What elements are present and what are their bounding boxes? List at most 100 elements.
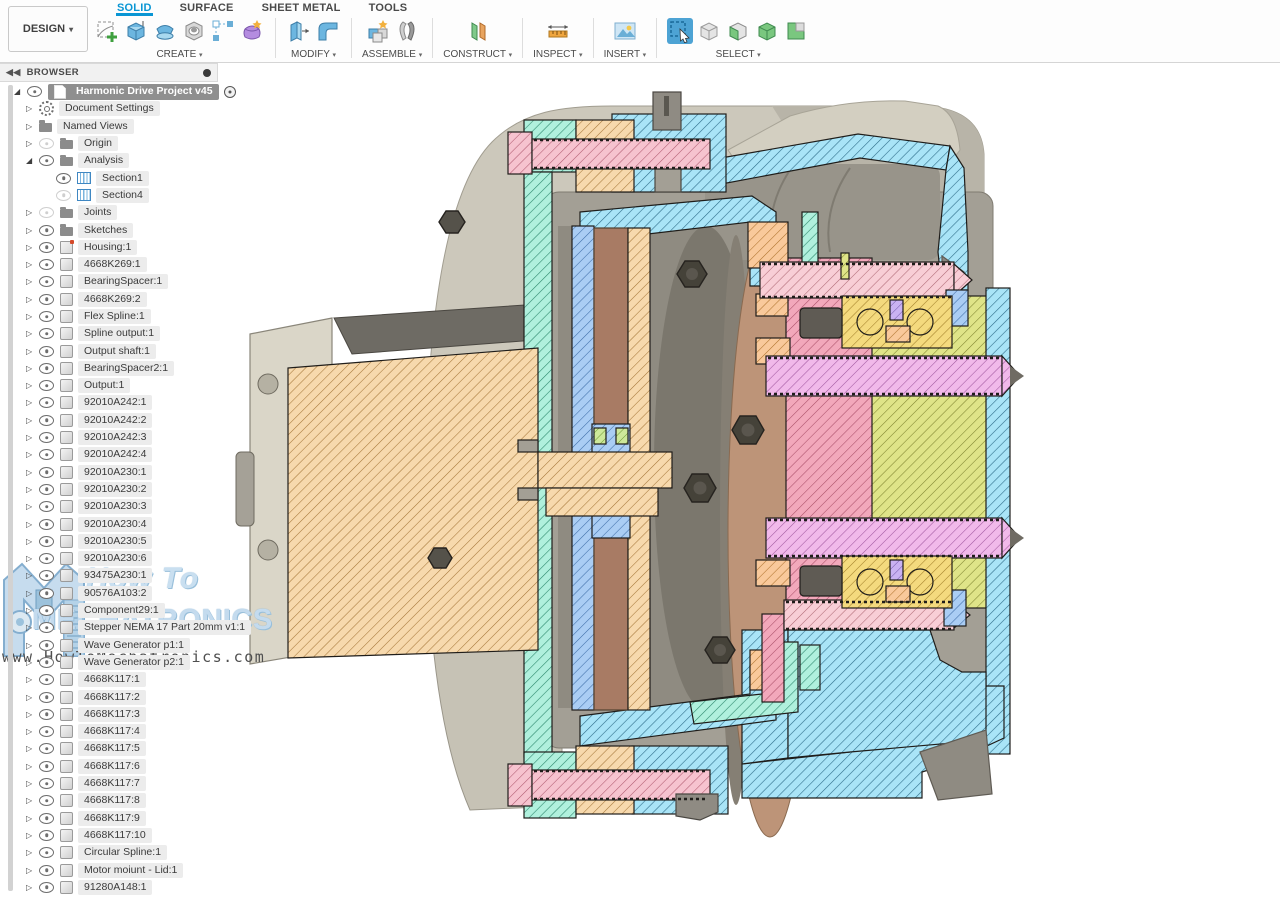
tab-tools[interactable]: TOOLS — [368, 0, 409, 16]
visibility-eye-icon[interactable] — [39, 795, 54, 806]
expand-arrow-icon[interactable]: ▷ — [26, 796, 37, 805]
expand-arrow-icon[interactable]: ▷ — [26, 450, 37, 459]
tree-row[interactable]: ▷92010A242:1 — [0, 394, 218, 411]
visibility-eye-icon[interactable] — [39, 397, 54, 408]
expand-arrow-icon[interactable]: ▷ — [26, 641, 37, 650]
visibility-eye-icon[interactable] — [39, 328, 54, 339]
tree-row[interactable]: ▷4668K117:9 — [0, 809, 218, 826]
ribbon-group-label-construct[interactable]: CONSTRUCT ▾ — [443, 49, 512, 60]
visibility-eye-icon[interactable] — [39, 622, 54, 633]
visibility-eye-icon[interactable] — [39, 259, 54, 270]
visibility-eye-icon[interactable] — [39, 830, 54, 841]
tree-item-label[interactable]: 4668K117:1 — [78, 672, 146, 687]
tree-item-label[interactable]: Wave Generator p2:1 — [78, 655, 190, 670]
tree-row[interactable]: ▷93475A230:1 — [0, 567, 218, 584]
select-cube-face-icon[interactable] — [725, 18, 751, 44]
expand-arrow-icon[interactable]: ▷ — [26, 554, 37, 563]
joint-icon[interactable] — [394, 18, 420, 44]
tree-item-label[interactable]: 4668K269:1 — [78, 257, 147, 272]
visibility-eye-icon[interactable] — [39, 484, 54, 495]
visibility-eye-icon[interactable] — [27, 86, 42, 97]
tree-row[interactable]: ▷Document Settings — [0, 100, 218, 117]
tree-row[interactable]: ▷4668K269:1 — [0, 256, 218, 273]
expand-arrow-icon[interactable]: ▷ — [26, 675, 37, 684]
tree-row[interactable]: ▷Flex Spline:1 — [0, 308, 218, 325]
expand-arrow-icon[interactable]: ▷ — [26, 589, 37, 598]
expand-arrow-icon[interactable]: ▷ — [26, 814, 37, 823]
tree-item-label[interactable]: 91280A148:1 — [78, 880, 152, 895]
tree-row[interactable]: ▷Output:1 — [0, 377, 218, 394]
tree-row[interactable]: ▷4668K117:2 — [0, 688, 218, 705]
tree-row[interactable]: ▷Component29:1 — [0, 602, 218, 619]
revolve-icon[interactable] — [152, 18, 178, 44]
press-pull-icon[interactable] — [286, 18, 312, 44]
visibility-eye-icon[interactable] — [39, 363, 54, 374]
tree-row[interactable]: ▷Housing:1 — [0, 239, 218, 256]
tree-item-label[interactable]: 4668K117:7 — [78, 776, 146, 791]
collapse-arrow-icon[interactable]: ◢ — [14, 87, 25, 96]
tree-item-label[interactable]: 92010A230:5 — [78, 534, 152, 549]
tree-item-label[interactable]: 92010A230:4 — [78, 517, 152, 532]
tree-row[interactable]: ▷92010A230:3 — [0, 498, 218, 515]
tree-item-label[interactable]: 4668K117:8 — [78, 793, 146, 808]
tree-row[interactable]: ▷ 91280A148:1 — [0, 879, 218, 896]
visibility-eye-icon[interactable] — [39, 536, 54, 547]
tree-row[interactable]: ▷92010A230:6 — [0, 550, 218, 567]
visibility-eye-icon[interactable] — [39, 640, 54, 651]
selected-item-pill[interactable]: Harmonic Drive Project v45 — [48, 84, 219, 100]
expand-arrow-icon[interactable]: ▷ — [26, 883, 37, 892]
tree-row[interactable]: ▷4668K117:4 — [0, 723, 218, 740]
visibility-eye-icon[interactable] — [39, 570, 54, 581]
tree-item-label[interactable]: 4668K117:5 — [78, 741, 146, 756]
visibility-eye-icon[interactable] — [39, 692, 54, 703]
visibility-eye-icon[interactable] — [39, 726, 54, 737]
tree-row[interactable]: ▷92010A230:2 — [0, 481, 218, 498]
tree-row[interactable]: ▷Wave Generator p1:1 — [0, 637, 218, 654]
tree-item-label[interactable]: 93475A230:1 — [78, 568, 152, 583]
expand-arrow-icon[interactable]: ▷ — [26, 295, 37, 304]
ribbon-group-label-modify[interactable]: MODIFY ▾ — [291, 49, 336, 60]
tree-row[interactable]: Section1 — [0, 169, 218, 186]
visibility-eye-icon[interactable] — [56, 190, 71, 201]
tab-sheet-metal[interactable]: SHEET METAL — [261, 0, 342, 16]
visibility-eye-icon[interactable] — [39, 709, 54, 720]
expand-arrow-icon[interactable]: ▷ — [26, 329, 37, 338]
visibility-eye-icon[interactable] — [39, 294, 54, 305]
tree-item-label[interactable]: BearingSpacer:1 — [78, 274, 168, 289]
tree-row[interactable]: ▷Motor moiunt - Lid:1 — [0, 861, 218, 878]
tree-row[interactable]: ▷Stepper NEMA 17 Part 20mm v1:1 — [0, 619, 218, 636]
visibility-eye-icon[interactable] — [39, 761, 54, 772]
extrude-icon[interactable] — [123, 18, 149, 44]
tree-item-label[interactable]: 92010A230:3 — [78, 499, 152, 514]
visibility-eye-icon[interactable] — [39, 674, 54, 685]
tree-item-label[interactable]: 4668K269:2 — [78, 292, 147, 307]
visibility-eye-icon[interactable] — [39, 519, 54, 530]
tree-item-label[interactable]: 92010A242:4 — [78, 447, 152, 462]
tree-row[interactable]: ▷ 4668K269:2 — [0, 291, 218, 308]
expand-arrow-icon[interactable]: ▷ — [26, 623, 37, 632]
tree-row[interactable]: ▷Origin — [0, 135, 218, 152]
tree-item-label[interactable]: 92010A242:3 — [78, 430, 152, 445]
expand-arrow-icon[interactable]: ▷ — [26, 710, 37, 719]
measure-icon[interactable] — [545, 18, 571, 44]
tree-item-label[interactable]: Joints — [78, 205, 117, 220]
expand-arrow-icon[interactable]: ▷ — [26, 104, 37, 113]
harmonic-drive-cross-section[interactable] — [218, 62, 1280, 898]
tree-item-label[interactable]: Output shaft:1 — [78, 344, 156, 359]
tree-row[interactable]: ▷ 92010A230:4 — [0, 515, 218, 532]
ribbon-group-label-select[interactable]: SELECT ▾ — [716, 49, 761, 60]
tree-item-label[interactable]: BearingSpacer2:1 — [78, 361, 174, 376]
design-workspace-button[interactable]: DESIGN ▾ — [8, 6, 88, 52]
visibility-eye-icon[interactable] — [39, 813, 54, 824]
tree-item-label[interactable]: Section4 — [96, 188, 149, 203]
tree-item-label[interactable]: 4668K117:2 — [78, 690, 146, 705]
hole-icon[interactable] — [181, 18, 207, 44]
visibility-eye-icon[interactable] — [39, 882, 54, 893]
ribbon-group-label-inspect[interactable]: INSPECT ▾ — [533, 49, 582, 60]
expand-arrow-icon[interactable]: ▷ — [26, 537, 37, 546]
tree-item-label[interactable]: 92010A242:1 — [78, 395, 152, 410]
fillet-icon[interactable] — [315, 18, 341, 44]
tree-row[interactable]: ▷Spline output:1 — [0, 325, 218, 342]
visibility-eye-icon[interactable] — [39, 276, 54, 287]
expand-arrow-icon[interactable]: ▷ — [26, 520, 37, 529]
